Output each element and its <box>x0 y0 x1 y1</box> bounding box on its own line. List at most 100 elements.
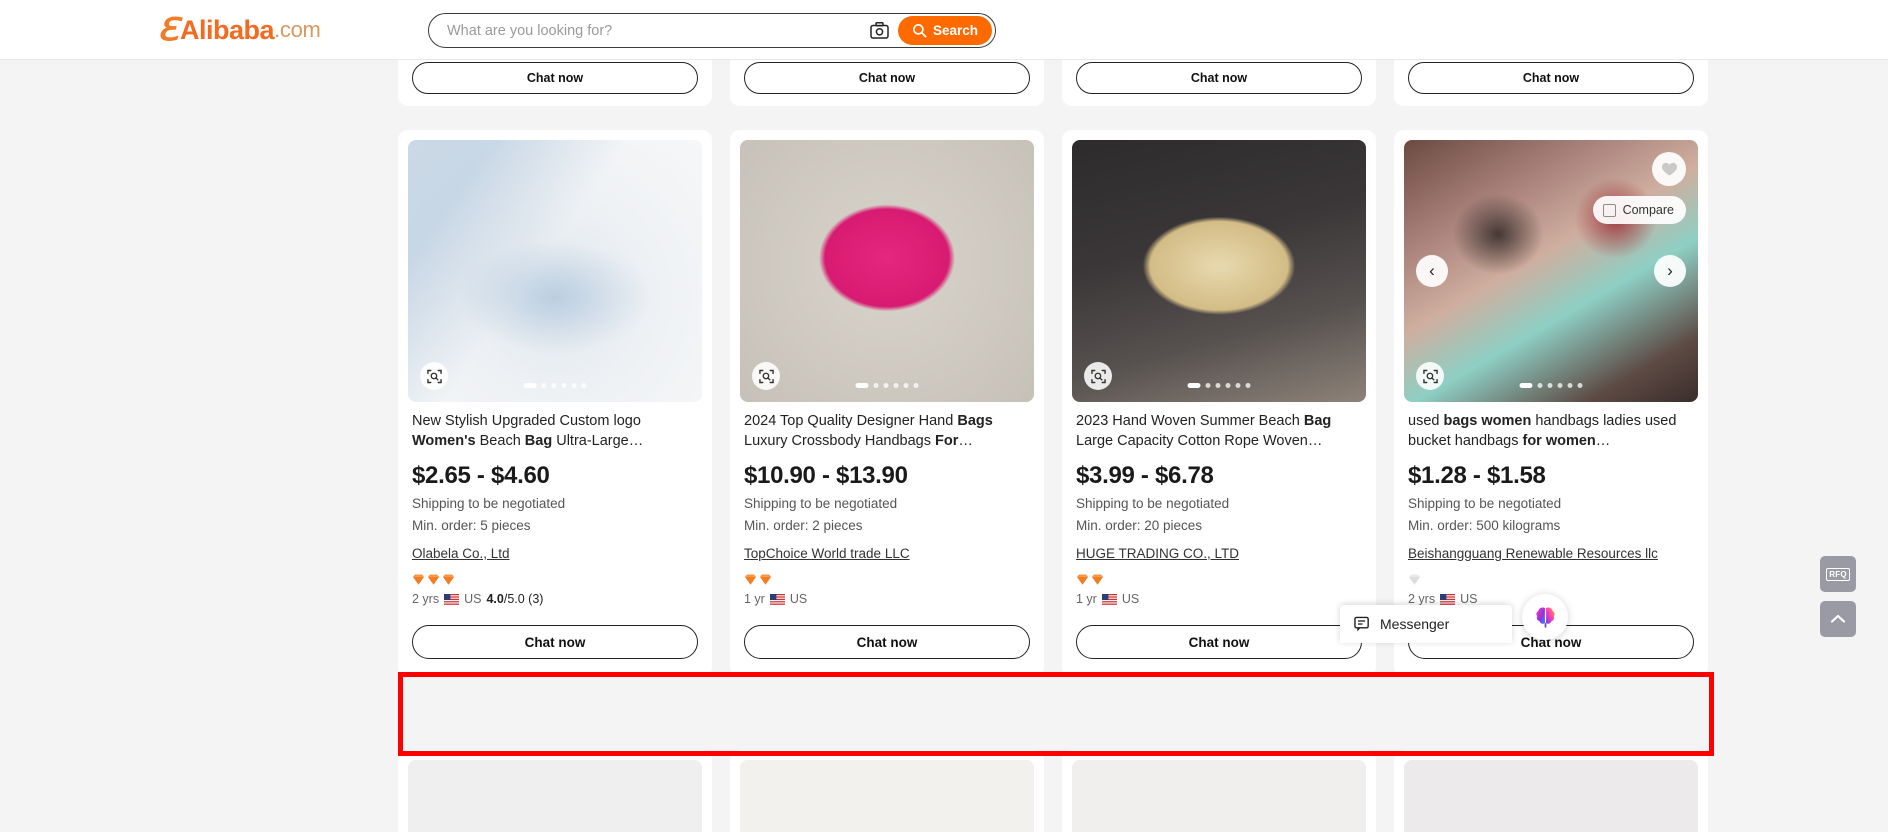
chat-now-button[interactable]: Chat now <box>744 625 1030 659</box>
product-image-detail <box>1072 760 1366 832</box>
chat-now-button[interactable]: Chat now <box>412 62 698 94</box>
carousel-dots[interactable] <box>855 383 919 388</box>
product-title[interactable]: New Stylish Upgraded Custom logo Women's… <box>412 412 698 451</box>
alibaba-logo[interactable]: ℇ Alibaba .com <box>157 12 321 48</box>
carousel-dots[interactable] <box>1519 383 1583 388</box>
chat-now-button[interactable]: Chat now <box>1408 62 1694 94</box>
carousel-dots[interactable] <box>1187 383 1251 388</box>
product-row-main: New Stylish Upgraded Custom logo Women's… <box>398 130 1710 677</box>
supplier-gem-rating <box>744 573 1030 588</box>
min-order: Min. order: 2 pieces <box>744 518 863 533</box>
product-card[interactable]: New Stylish Upgraded Custom logo Women's… <box>398 130 712 677</box>
ai-assistant-button[interactable] <box>1522 594 1568 640</box>
search-bar: Search <box>428 13 996 48</box>
product-price: $10.90 - $13.90 <box>744 462 908 489</box>
gem-filled-icon <box>744 574 757 585</box>
product-title[interactable]: used bags women handbags ladies used buc… <box>1408 412 1694 451</box>
supplier-link[interactable]: TopChoice World trade LLC <box>744 546 910 561</box>
logo-brand-text: Alibaba <box>180 14 275 45</box>
carousel-next-icon[interactable]: › <box>1654 255 1686 287</box>
product-price: $2.65 - $4.60 <box>412 462 550 489</box>
product-row-next <box>398 750 1710 832</box>
product-card[interactable]: 2023 Hand Woven Summer Beach Bag Large C… <box>1062 130 1376 677</box>
product-card-partial[interactable] <box>730 750 1044 832</box>
chat-now-button[interactable]: Chat now <box>1076 62 1362 94</box>
supplier-link[interactable]: HUGE TRADING CO., LTD <box>1076 546 1239 561</box>
supplier-years: 1 yr <box>744 592 765 606</box>
gem-filled-icon <box>442 574 455 585</box>
chat-now-wrapper: Chat now <box>1062 62 1376 106</box>
shipping-note: Shipping to be negotiated <box>1408 496 1562 511</box>
compare-checkbox[interactable]: Compare <box>1592 196 1686 224</box>
supplier-link[interactable]: Olabela Co., Ltd <box>412 546 510 561</box>
compare-box-icon <box>1602 203 1616 217</box>
image-search-icon[interactable] <box>420 362 448 390</box>
shipping-note: Shipping to be negotiated <box>744 496 898 511</box>
gem-filled-icon <box>759 574 772 585</box>
camera-icon[interactable] <box>866 18 892 44</box>
supplier-link[interactable]: Beishangguang Renewable Resources llc <box>1408 546 1658 561</box>
gem-filled-icon <box>1091 574 1104 585</box>
supplier-years: 2 yrs <box>1408 592 1436 606</box>
search-button[interactable]: Search <box>898 16 992 45</box>
image-search-icon[interactable] <box>1416 362 1444 390</box>
supplier-country: US <box>789 592 808 606</box>
chat-now-wrapper: Chat now <box>730 625 1044 677</box>
supplier-gem-rating <box>1408 573 1694 588</box>
product-card-partial[interactable] <box>1394 750 1708 832</box>
chat-now-button[interactable]: Chat now <box>412 625 698 659</box>
product-thumbnail[interactable] <box>1404 760 1698 832</box>
product-thumbnail[interactable] <box>408 140 702 402</box>
country-flag-icon <box>769 593 785 605</box>
shipping-note: Shipping to be negotiated <box>1076 496 1230 511</box>
country-flag-icon <box>1101 593 1117 605</box>
rfq-label: RFQ <box>1826 567 1850 581</box>
product-thumbnail[interactable] <box>1072 760 1366 832</box>
product-price: $3.99 - $6.78 <box>1076 462 1214 489</box>
supplier-meta: 2 yrs US 4.0/5.0 (3) <box>412 592 698 606</box>
chat-now-wrapper: Chat now <box>1394 62 1708 106</box>
product-image-detail <box>1072 140 1366 402</box>
message-icon <box>1354 616 1369 631</box>
chat-now-button[interactable]: Chat now <box>744 62 1030 94</box>
image-search-icon[interactable] <box>1084 362 1112 390</box>
product-card-partial[interactable] <box>1062 750 1376 832</box>
logo-tld-text: .com <box>274 17 321 42</box>
messenger-widget[interactable]: Messenger <box>1340 605 1512 643</box>
product-image-detail <box>740 760 1034 832</box>
product-card[interactable]: 2024 Top Quality Designer Hand Bags Luxu… <box>730 130 1044 677</box>
product-thumbnail[interactable] <box>740 760 1034 832</box>
product-title[interactable]: 2024 Top Quality Designer Hand Bags Luxu… <box>744 412 1030 451</box>
country-flag-icon <box>1440 593 1456 605</box>
site-header: ℇ Alibaba .com Search <box>0 0 1888 60</box>
image-search-icon[interactable] <box>752 362 780 390</box>
rating-value: 4.0/5.0 (3) <box>486 592 544 606</box>
supplier-country: US <box>1121 592 1140 606</box>
favorite-heart-icon[interactable] <box>1652 152 1686 186</box>
supplier-meta: 1 yr US <box>1076 592 1362 606</box>
supplier-gem-rating <box>412 573 698 588</box>
supplier-country: US <box>1460 592 1478 606</box>
search-input[interactable] <box>429 14 866 47</box>
product-title[interactable]: 2023 Hand Woven Summer Beach Bag Large C… <box>1076 412 1362 451</box>
product-grid: Chat now Chat now Chat now Chat now New Sty… <box>0 50 1888 832</box>
supplier-gem-rating <box>1076 573 1362 588</box>
product-thumbnail[interactable]: Compare ‹ › <box>1404 140 1698 402</box>
product-thumbnail[interactable] <box>408 760 702 832</box>
product-card-partial[interactable] <box>398 750 712 832</box>
gem-empty-icon <box>1408 574 1421 585</box>
back-to-top-button[interactable] <box>1820 601 1856 637</box>
gem-filled-icon <box>1076 574 1089 585</box>
product-thumbnail[interactable] <box>1072 140 1366 402</box>
chat-now-wrapper: Chat now <box>730 62 1044 106</box>
product-image-detail <box>1404 760 1698 832</box>
carousel-prev-icon[interactable]: ‹ <box>1416 255 1448 287</box>
product-image-detail <box>408 760 702 832</box>
rfq-button[interactable]: RFQ <box>1820 556 1856 592</box>
product-thumbnail[interactable] <box>740 140 1034 402</box>
country-flag-icon <box>444 593 460 605</box>
carousel-dots[interactable] <box>523 383 587 388</box>
search-button-label: Search <box>932 23 979 38</box>
chat-now-button[interactable]: Chat now <box>1076 625 1362 659</box>
chat-now-wrapper: Chat now <box>1062 625 1376 677</box>
